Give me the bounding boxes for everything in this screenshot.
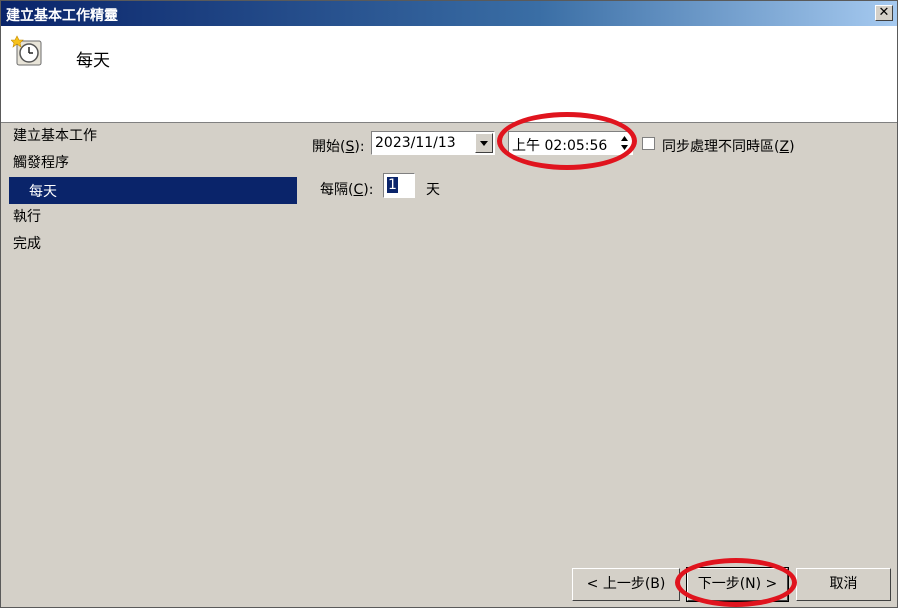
- recur-days-input[interactable]: 1: [383, 173, 415, 198]
- title-bar: 建立基本工作精靈 ✕: [1, 1, 897, 26]
- start-date-picker[interactable]: 2023/11/13: [371, 131, 495, 155]
- page-title: 每天: [76, 51, 110, 71]
- scheduled-clock-icon: [11, 35, 42, 66]
- step-finish: 完成: [13, 236, 41, 252]
- sync-timezone-checkbox[interactable]: [642, 137, 655, 150]
- recur-days-value: 1: [387, 177, 398, 193]
- chevron-down-icon: [480, 141, 488, 146]
- close-button[interactable]: ✕: [875, 5, 893, 21]
- step-action: 執行: [13, 209, 41, 225]
- cancel-button[interactable]: 取消: [796, 568, 891, 601]
- step-create-basic-task: 建立基本工作: [13, 128, 97, 144]
- back-button[interactable]: < 上一步(B): [572, 568, 680, 601]
- window-title: 建立基本工作精靈: [6, 8, 118, 24]
- recur-unit-label: 天: [426, 182, 440, 198]
- wizard-steps-sidebar: 建立基本工作 觸發程序 每天 執行 完成: [1, 123, 301, 607]
- start-label: 開始(S):: [312, 139, 365, 155]
- step-daily-selected: 每天: [9, 177, 297, 204]
- date-dropdown-button[interactable]: [475, 133, 493, 153]
- wizard-window: 建立基本工作精靈 ✕ 每天 建立基本工作 觸發程序 每天 執行 完成 開始(S)…: [0, 0, 898, 608]
- annotation-circle-time: [497, 112, 637, 170]
- annotation-circle-next: [675, 558, 797, 607]
- recur-label: 每隔(C):: [320, 182, 374, 198]
- start-date-value: 2023/11/13: [375, 135, 456, 151]
- wizard-header: 每天: [1, 26, 897, 123]
- step-trigger: 觸發程序: [13, 155, 69, 171]
- close-icon: ✕: [878, 5, 890, 20]
- sync-timezone-label[interactable]: 同步處理不同時區(Z): [662, 136, 795, 156]
